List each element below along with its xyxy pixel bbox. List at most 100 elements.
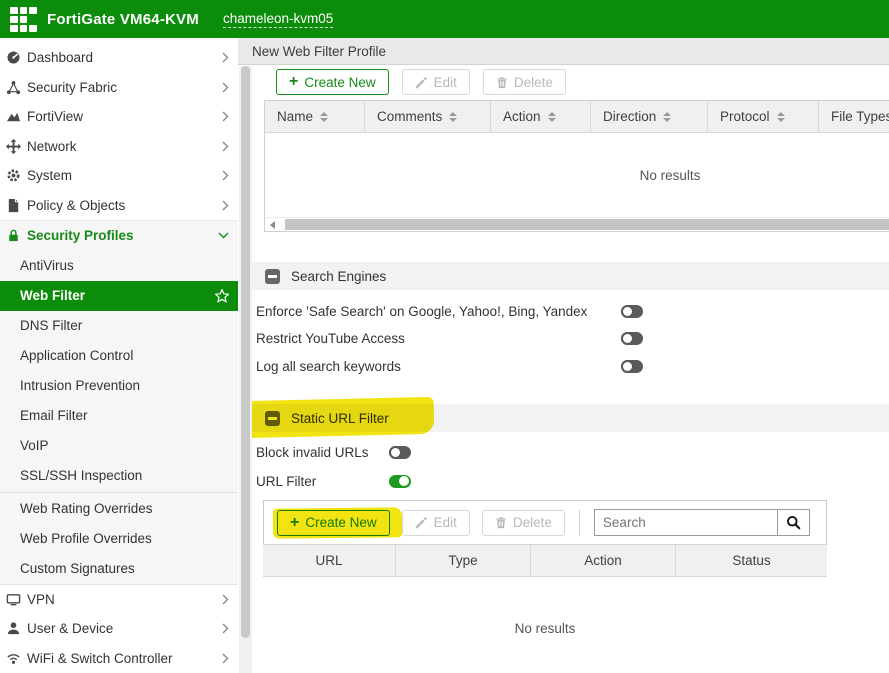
filters-table-header: Name Comments Action Direction Protocol [265, 101, 889, 133]
product-name: FortiGate VM64-KVM [47, 11, 199, 28]
column-header-status[interactable]: Status [676, 545, 827, 576]
sort-icon [548, 112, 556, 122]
horizontal-scrollbar-thumb[interactable] [285, 219, 889, 230]
vertical-scrollbar-thumb[interactable] [241, 66, 250, 638]
policy-objects-icon [5, 197, 22, 213]
chevron-right-icon [222, 52, 229, 63]
chevron-right-icon [222, 141, 229, 152]
column-header-protocol[interactable]: Protocol [708, 101, 819, 132]
collapse-section-icon[interactable] [265, 269, 280, 284]
scroll-left-arrow-icon[interactable] [270, 221, 275, 229]
security-profiles-group: Security Profiles AntiVirus Web Filter D… [0, 220, 238, 585]
search-button[interactable] [777, 510, 809, 535]
user-icon [5, 621, 22, 637]
lock-icon [5, 228, 22, 244]
log-keywords-toggle[interactable] [621, 360, 643, 373]
content-area: + Create New Edit Delete Name Comments [252, 66, 889, 673]
url-filter-row: URL Filter [256, 468, 411, 494]
create-new-button[interactable]: + Create New [276, 69, 389, 95]
url-search-input[interactable] [595, 510, 777, 535]
column-header-comments[interactable]: Comments [365, 101, 491, 132]
plus-icon: + [289, 74, 298, 90]
safe-search-toggle[interactable] [621, 305, 643, 318]
sidebar-item-fortiview[interactable]: FortiView [0, 102, 238, 132]
wifi-icon [5, 650, 22, 666]
delete-button[interactable]: Delete [483, 69, 566, 95]
page-title: New Web Filter Profile [238, 38, 889, 65]
column-header-file-types[interactable]: File Types [819, 101, 889, 132]
filters-table-horizontal-scrollbar[interactable] [265, 217, 889, 231]
chevron-right-icon [222, 111, 229, 122]
empty-table-message: No results [515, 621, 576, 636]
sidebar-item-dashboard[interactable]: Dashboard [0, 43, 238, 73]
favorite-star-icon[interactable] [214, 288, 230, 304]
sidebar-item-email-filter[interactable]: Email Filter [0, 401, 238, 431]
sidebar-item-web-rating-overrides[interactable]: Web Rating Overrides [0, 494, 238, 524]
column-header-name[interactable]: Name [265, 101, 365, 132]
column-header-url[interactable]: URL [263, 545, 396, 576]
url-filter-toolbar: + Create New Edit Delete [277, 509, 810, 536]
top-header: FortiGate VM64-KVM chameleon-kvm05 [0, 0, 889, 38]
sort-icon [777, 112, 785, 122]
sidebar-item-web-filter[interactable]: Web Filter [0, 281, 238, 311]
log-keywords-row: Log all search keywords [256, 353, 643, 379]
chevron-right-icon [222, 653, 229, 664]
sidebar: Dashboard Security Fabric FortiView [0, 38, 238, 673]
monitor-icon [5, 591, 22, 607]
url-filter-toggle[interactable] [389, 475, 411, 488]
filters-toolbar: + Create New Edit Delete [276, 69, 566, 95]
url-edit-button[interactable]: Edit [402, 510, 470, 536]
sidebar-item-security-fabric[interactable]: Security Fabric [0, 73, 238, 103]
sidebar-item-user-device[interactable]: User & Device [0, 614, 238, 644]
sidebar-item-intrusion-prevention[interactable]: Intrusion Prevention [0, 371, 238, 401]
safe-search-row: Enforce 'Safe Search' on Google, Yahoo!,… [256, 298, 643, 324]
url-create-new-button[interactable]: + Create New [277, 510, 390, 536]
content-vertical-scrollbar[interactable] [239, 66, 252, 673]
toolbar-divider [579, 510, 580, 536]
chevron-right-icon [222, 623, 229, 634]
column-header-direction[interactable]: Direction [591, 101, 708, 132]
block-invalid-urls-toggle[interactable] [389, 446, 411, 459]
sidebar-item-antivirus[interactable]: AntiVirus [0, 251, 238, 281]
sidebar-item-security-profiles[interactable]: Security Profiles [0, 221, 238, 251]
url-delete-button[interactable]: Delete [482, 510, 565, 536]
sidebar-item-network[interactable]: Network [0, 132, 238, 162]
url-table-body: No results [263, 577, 827, 673]
fortigate-app: FortiGate VM64-KVM chameleon-kvm05 Dashb… [0, 0, 889, 673]
trash-icon [496, 76, 508, 89]
sidebar-item-vpn[interactable]: VPN [0, 585, 238, 615]
filters-table: Name Comments Action Direction Protocol [264, 100, 889, 232]
url-table-header: URL Type Action Status [263, 545, 827, 577]
chevron-right-icon [222, 170, 229, 181]
collapse-section-icon[interactable] [265, 411, 280, 426]
sort-icon [663, 112, 671, 122]
search-engines-section-header: Search Engines [252, 262, 889, 290]
column-header-action[interactable]: Action [491, 101, 591, 132]
fortinet-logo-icon [10, 7, 37, 32]
restrict-youtube-row: Restrict YouTube Access [256, 325, 643, 351]
sidebar-item-application-control[interactable]: Application Control [0, 341, 238, 371]
column-header-type[interactable]: Type [396, 545, 531, 576]
hostname-link[interactable]: chameleon-kvm05 [223, 11, 333, 28]
sidebar-item-custom-signatures[interactable]: Custom Signatures [0, 554, 238, 584]
network-icon [5, 138, 22, 154]
sidebar-item-voip[interactable]: VoIP [0, 431, 238, 461]
filters-table-body: No results [265, 133, 889, 217]
sidebar-item-dns-filter[interactable]: DNS Filter [0, 311, 238, 341]
column-header-action[interactable]: Action [531, 545, 676, 576]
edit-button[interactable]: Edit [402, 69, 470, 95]
dashboard-icon [5, 50, 22, 66]
fortiview-icon [5, 109, 22, 125]
block-invalid-urls-row: Block invalid URLs [256, 439, 411, 465]
url-search-group [594, 509, 810, 536]
static-url-filter-section-header: Static URL Filter [252, 404, 889, 432]
chevron-right-icon [222, 594, 229, 605]
sidebar-item-wifi-switch-controller[interactable]: WiFi & Switch Controller [0, 644, 238, 673]
restrict-youtube-toggle[interactable] [621, 332, 643, 345]
magnifier-icon [786, 515, 801, 530]
sidebar-item-policy-objects[interactable]: Policy & Objects [0, 191, 238, 221]
sidebar-item-ssl-ssh-inspection[interactable]: SSL/SSH Inspection [0, 461, 238, 491]
chevron-down-icon [218, 232, 229, 239]
sidebar-item-web-profile-overrides[interactable]: Web Profile Overrides [0, 524, 238, 554]
sidebar-item-system[interactable]: System [0, 161, 238, 191]
